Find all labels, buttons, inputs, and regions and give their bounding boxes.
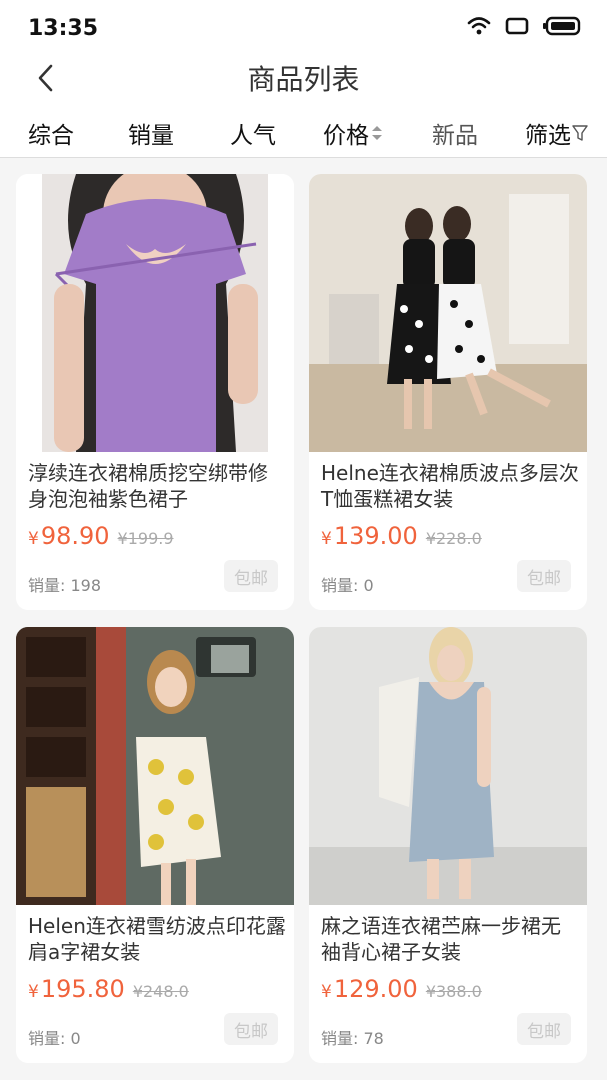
filter-icon xyxy=(572,125,588,141)
product-image xyxy=(309,174,587,452)
sort-arrows-icon xyxy=(372,126,382,140)
product-price: ¥ 139.00 ¥228.0 xyxy=(321,522,482,550)
product-price: ¥ 129.00 ¥388.0 xyxy=(321,975,482,1003)
product-sales: 销量: 78 xyxy=(321,1025,384,1049)
tab-popularity[interactable]: 人气 xyxy=(230,116,276,150)
product-card[interactable]: 淳续连衣裙棉质挖空绑带修身泡泡袖紫色裙子 ¥ 98.90 ¥199.9 销量: … xyxy=(16,174,294,610)
currency-symbol: ¥ xyxy=(321,982,332,1002)
sales-count: 0 xyxy=(70,1029,81,1048)
sales-label: 销量: xyxy=(28,1029,66,1048)
tab-label: 筛选 xyxy=(525,123,571,149)
status-time: 13:35 xyxy=(28,16,99,41)
currency-symbol: ¥ xyxy=(321,529,332,549)
product-image xyxy=(16,627,294,905)
product-sales: 销量: 198 xyxy=(28,572,101,596)
currency-symbol: ¥ xyxy=(28,529,39,549)
price-value: 98.90 xyxy=(40,522,110,550)
product-card[interactable]: 麻之语连衣裙苎麻一步裙无袖背心裙子女装 ¥ 129.00 ¥388.0 销量: … xyxy=(309,627,587,1063)
original-price: ¥248.0 xyxy=(132,982,189,1001)
product-sales: 销量: 0 xyxy=(321,572,374,596)
sort-tabs: 综合 销量 人气 价格 新品 筛选 xyxy=(0,104,607,158)
sales-label: 销量: xyxy=(321,576,359,595)
tab-label: 销量 xyxy=(128,123,174,149)
tab-comprehensive[interactable]: 综合 xyxy=(28,116,74,150)
sales-count: 78 xyxy=(363,1029,384,1048)
price-value: 139.00 xyxy=(333,522,418,550)
original-price: ¥199.9 xyxy=(117,529,174,548)
sales-count: 0 xyxy=(363,576,374,595)
battery-icon xyxy=(543,16,581,36)
tab-new[interactable]: 新品 xyxy=(432,116,478,150)
currency-symbol: ¥ xyxy=(28,982,39,1002)
product-name: 麻之语连衣裙苎麻一步裙无袖背心裙子女装 xyxy=(321,914,561,964)
status-bar: 13:35 xyxy=(0,0,607,58)
tab-price[interactable]: 价格 xyxy=(323,116,384,150)
product-name: 淳续连衣裙棉质挖空绑带修身泡泡袖紫色裙子 xyxy=(28,461,268,511)
status-icons xyxy=(467,16,581,36)
tab-sales[interactable]: 销量 xyxy=(128,116,174,150)
page-title: 商品列表 xyxy=(247,63,360,96)
wifi-icon xyxy=(467,17,491,35)
product-name: Helen连衣裙雪纺波点印花露肩a字裙女装 xyxy=(28,914,286,964)
free-shipping-badge: 包邮 xyxy=(224,560,278,592)
sales-count: 198 xyxy=(70,576,102,595)
tab-filter[interactable]: 筛选 xyxy=(525,116,588,150)
product-sales: 销量: 0 xyxy=(28,1025,81,1049)
free-shipping-badge: 包邮 xyxy=(517,560,571,592)
product-image xyxy=(309,627,587,905)
product-name: Helne连衣裙棉质波点多层次T恤蛋糕裙女装 xyxy=(321,461,579,511)
product-image xyxy=(16,174,294,452)
product-card[interactable]: Helen连衣裙雪纺波点印花露肩a字裙女装 ¥ 195.80 ¥248.0 销量… xyxy=(16,627,294,1063)
product-price: ¥ 98.90 ¥199.9 xyxy=(28,522,174,550)
tab-label: 价格 xyxy=(323,123,369,149)
original-price: ¥228.0 xyxy=(425,529,482,548)
product-card[interactable]: Helne连衣裙棉质波点多层次T恤蛋糕裙女装 ¥ 139.00 ¥228.0 销… xyxy=(309,174,587,610)
price-value: 129.00 xyxy=(333,975,418,1003)
screen-rotation-icon xyxy=(505,17,529,35)
free-shipping-badge: 包邮 xyxy=(517,1013,571,1045)
free-shipping-badge: 包邮 xyxy=(224,1013,278,1045)
sales-label: 销量: xyxy=(321,1029,359,1048)
product-price: ¥ 195.80 ¥248.0 xyxy=(28,975,189,1003)
price-value: 195.80 xyxy=(40,975,125,1003)
nav-bar: 商品列表 xyxy=(0,52,607,104)
original-price: ¥388.0 xyxy=(425,982,482,1001)
tab-label: 人气 xyxy=(230,123,276,149)
sales-label: 销量: xyxy=(28,576,66,595)
tab-label: 综合 xyxy=(28,123,74,149)
tab-label: 新品 xyxy=(432,123,478,149)
